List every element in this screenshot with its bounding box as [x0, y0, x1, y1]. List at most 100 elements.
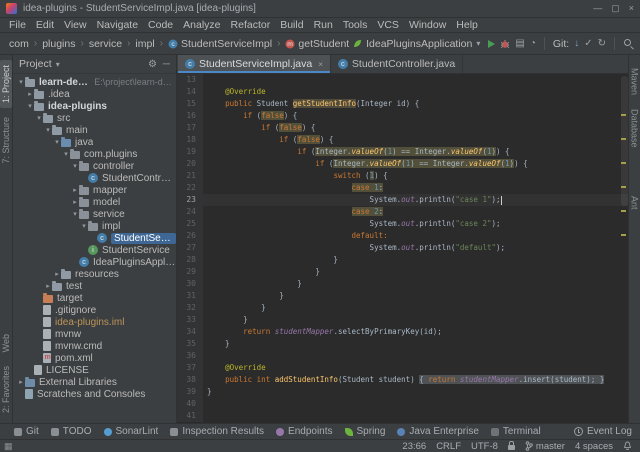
toolwindow-button-2-favorites[interactable]: 2: Favorites — [0, 361, 12, 418]
line-number[interactable]: 33 — [177, 314, 203, 326]
code-line-26[interactable]: 26 default: — [177, 230, 628, 242]
line-number[interactable]: 15 — [177, 98, 203, 110]
toolwindow-button-database[interactable]: Database — [629, 104, 640, 153]
code-line-28[interactable]: 28 } — [177, 254, 628, 266]
indent-setting[interactable]: 4 spaces — [575, 441, 613, 452]
line-number[interactable]: 28 — [177, 254, 203, 266]
line-number[interactable]: 35 — [177, 338, 203, 350]
search-icon[interactable] — [623, 38, 634, 49]
close-button[interactable]: × — [629, 3, 634, 14]
toolwindow-button-sonarlint[interactable]: SonarLint — [98, 426, 165, 437]
project-panel-title[interactable]: Project — [19, 58, 52, 70]
tree-item-external-libraries[interactable]: ▸External Libraries — [13, 376, 176, 388]
tree-item-license[interactable]: LICENSE — [13, 364, 176, 376]
tree-item-java[interactable]: ▾java — [13, 136, 176, 148]
tree-expand-arrow-icon[interactable]: ▸ — [53, 270, 61, 278]
tree-item-src[interactable]: ▾src — [13, 112, 176, 124]
line-number[interactable]: 31 — [177, 290, 203, 302]
line-number[interactable]: 16 — [177, 110, 203, 122]
code-line-19[interactable]: 19 if (Integer.valueOf(1) == Integer.val… — [177, 146, 628, 158]
toolwindow-button-endpoints[interactable]: Endpoints — [270, 426, 338, 437]
git-commit-button[interactable]: ✓ — [584, 38, 592, 49]
line-number[interactable]: 39 — [177, 386, 203, 398]
line-number[interactable]: 24 — [177, 206, 203, 218]
tree-item-scratches-and-consoles[interactable]: Scratches and Consoles — [13, 388, 176, 400]
tree-expand-arrow-icon[interactable]: ▸ — [26, 90, 34, 98]
code-line-23[interactable]: 23 System.out.println("case 1"); — [177, 194, 628, 206]
debug-button[interactable] — [500, 39, 510, 49]
line-number[interactable]: 34 — [177, 326, 203, 338]
toolwindow-button-inspection-results[interactable]: Inspection Results — [164, 426, 270, 437]
toolwindow-button-java-enterprise[interactable]: Java Enterprise — [391, 426, 484, 437]
menu-refactor[interactable]: Refactor — [226, 19, 276, 31]
breadcrumb-item-getstudentinfo[interactable]: mgetStudentInfo — [282, 38, 350, 50]
code-line-41[interactable]: 41 — [177, 410, 628, 422]
tree-collapse-arrow-icon[interactable]: ▾ — [53, 138, 61, 146]
minimize-button[interactable]: — — [593, 3, 602, 14]
tree-item-model[interactable]: ▸model — [13, 196, 176, 208]
git-update-button[interactable]: ↓ — [574, 38, 579, 49]
notifications-bell-icon[interactable] — [623, 441, 632, 451]
toolwindow-button-maven[interactable]: Maven — [629, 63, 640, 100]
toolwindow-button-todo[interactable]: TODO — [45, 426, 98, 437]
tab-close-icon[interactable]: × — [318, 60, 323, 69]
code-line-34[interactable]: 34 return studentMapper.selectByPrimaryK… — [177, 326, 628, 338]
tree-item-service[interactable]: ▾service — [13, 208, 176, 220]
code-line-21[interactable]: 21 switch (1) { — [177, 170, 628, 182]
tree-item-mvnw-cmd[interactable]: mvnw.cmd — [13, 340, 176, 352]
coverage-button[interactable]: ▤ — [515, 38, 524, 49]
code-editor[interactable]: 1314 @Override15 public Student getStude… — [177, 74, 628, 423]
breadcrumb-item-impl[interactable]: impl — [132, 38, 157, 50]
tree-item-test[interactable]: ▸test — [13, 280, 176, 292]
hide-panel-icon[interactable]: ─ — [163, 59, 170, 70]
tree-collapse-arrow-icon[interactable]: ▾ — [17, 78, 25, 86]
tree-expand-arrow-icon[interactable]: ▸ — [71, 198, 79, 206]
line-number[interactable]: 19 — [177, 146, 203, 158]
code-line-33[interactable]: 33 } — [177, 314, 628, 326]
menu-view[interactable]: View — [59, 19, 92, 31]
breadcrumb-item-plugins[interactable]: plugins — [39, 38, 78, 50]
menu-vcs[interactable]: VCS — [372, 19, 404, 31]
tree-item-idea-plugins-iml[interactable]: idea-plugins.iml — [13, 316, 176, 328]
line-number[interactable]: 27 — [177, 242, 203, 254]
code-line-20[interactable]: 20 if (Integer.valueOf(1) == Integer.val… — [177, 158, 628, 170]
run-button[interactable] — [488, 40, 495, 48]
code-line-22[interactable]: 22 case 1: — [177, 182, 628, 194]
warning-stripe-mark[interactable] — [621, 114, 626, 116]
tree-item-mvnw[interactable]: mvnw — [13, 328, 176, 340]
breadcrumb-item-com[interactable]: com — [6, 38, 32, 50]
toolwindow-button-ant[interactable]: Ant — [629, 191, 640, 215]
toolwindow-button-web[interactable]: Web — [0, 329, 12, 357]
tree-item-main[interactable]: ▾main — [13, 124, 176, 136]
line-number[interactable]: 30 — [177, 278, 203, 290]
line-number[interactable]: 38 — [177, 374, 203, 386]
tree-item-studentcontroller[interactable]: cStudentController — [13, 172, 176, 184]
code-line-13[interactable]: 13 — [177, 74, 628, 86]
line-number[interactable]: 13 — [177, 74, 203, 86]
code-line-31[interactable]: 31 } — [177, 290, 628, 302]
code-line-38[interactable]: 38 public int addStudentInfo(Student stu… — [177, 374, 628, 386]
tree-collapse-arrow-icon[interactable]: ▾ — [71, 162, 79, 170]
tree-item-resources[interactable]: ▸resources — [13, 268, 176, 280]
line-number[interactable]: 21 — [177, 170, 203, 182]
menu-help[interactable]: Help — [451, 19, 483, 31]
git-branch-widget[interactable]: master — [525, 441, 565, 452]
code-line-14[interactable]: 14 @Override — [177, 86, 628, 98]
git-revert-button[interactable]: ↻ — [598, 38, 606, 49]
code-line-24[interactable]: 24 case 2: — [177, 206, 628, 218]
toolwindow-button-1-project[interactable]: 1: Project — [0, 60, 12, 108]
menu-file[interactable]: File — [4, 19, 31, 31]
toolwindow-button-spring[interactable]: Spring — [339, 426, 392, 437]
line-number[interactable]: 36 — [177, 350, 203, 362]
breadcrumb-item-service[interactable]: service — [86, 38, 125, 50]
warning-stripe-mark[interactable] — [621, 162, 626, 164]
tree-item-controller[interactable]: ▾controller — [13, 160, 176, 172]
line-number[interactable]: 40 — [177, 398, 203, 410]
tree-collapse-arrow-icon[interactable]: ▾ — [80, 222, 88, 230]
tree-collapse-arrow-icon[interactable]: ▾ — [26, 102, 34, 110]
tree-item-pom-xml[interactable]: pom.xml — [13, 352, 176, 364]
tree-expand-arrow-icon[interactable]: ▸ — [44, 282, 52, 290]
line-number[interactable]: 17 — [177, 122, 203, 134]
event-log-button[interactable]: Event Log — [574, 426, 632, 437]
tab-studentcontroller-java[interactable]: cStudentController.java — [331, 55, 463, 73]
